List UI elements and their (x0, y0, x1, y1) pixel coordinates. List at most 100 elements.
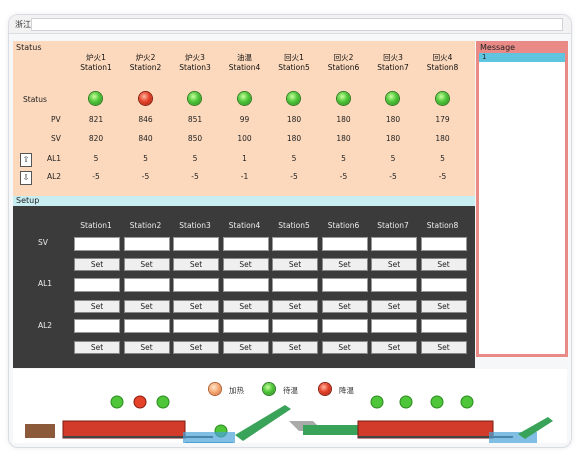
station-al2-value: -5 (92, 172, 100, 181)
lamp-2 (133, 395, 147, 409)
set-sv-button[interactable]: Set (321, 258, 368, 271)
set-al1-button[interactable]: Set (222, 300, 269, 313)
set-al1-button[interactable]: Set (321, 300, 368, 313)
lamp-7 (430, 395, 444, 409)
station-sv-value: 840 (138, 134, 153, 143)
station-name-label: Station1 (80, 63, 112, 72)
status-col-head-1: 炉火1 Station1 (73, 53, 119, 73)
station-cn-label: 炉火3 (185, 53, 205, 62)
set-al1-button[interactable]: Set (420, 300, 467, 313)
message-item-text: 1 (482, 53, 487, 61)
setup-col-head-4: Station4 (228, 221, 261, 230)
set-sv-button[interactable]: Set (371, 258, 417, 271)
set-sv-button[interactable]: Set (272, 258, 318, 271)
station-al1-value: 5 (93, 154, 99, 163)
set-al2-button[interactable]: Set (371, 341, 417, 354)
set-sv-button[interactable]: Set (173, 258, 219, 271)
set-al1-button[interactable]: Set (74, 300, 120, 313)
setup-sv-input[interactable] (123, 237, 170, 251)
setup-al2-input[interactable] (321, 319, 368, 333)
setup-al2-input[interactable] (123, 319, 170, 333)
station-sv-value: 100 (237, 134, 252, 143)
setup-al1-input[interactable] (222, 278, 269, 292)
station-cn-label: 回火1 (284, 53, 304, 62)
set-al2-button[interactable]: Set (74, 341, 120, 354)
scroll-up-button[interactable]: ⇧ (20, 153, 32, 167)
setup-sv-input[interactable] (420, 237, 467, 251)
setup-header: Setup (13, 196, 475, 206)
set-al2-button[interactable]: Set (321, 341, 368, 354)
lamp-3 (156, 395, 170, 409)
set-sv-button[interactable]: Set (74, 258, 120, 271)
setup-sv-input[interactable] (371, 237, 417, 251)
title-field[interactable] (31, 18, 563, 31)
setup-sv-input[interactable] (173, 237, 219, 251)
status-col-head-5: 回火1 Station5 (271, 53, 317, 73)
setup-al2-input[interactable] (173, 319, 219, 333)
pv-row-label: PV (51, 115, 61, 124)
transfer-conveyor (303, 425, 363, 435)
setup-al1-input[interactable] (371, 278, 417, 292)
setup-al2-input[interactable] (74, 319, 120, 333)
setup-sv-input[interactable] (321, 237, 368, 251)
status-col-head-3: 炉火3 Station3 (172, 53, 218, 73)
set-al2-button[interactable]: Set (420, 341, 467, 354)
title-bar: 浙江 (9, 15, 571, 34)
setup-al1-input[interactable] (74, 278, 120, 292)
al2-row-label: AL2 (47, 172, 62, 181)
set-sv-button[interactable]: Set (123, 258, 170, 271)
station-cn-label: 回火3 (383, 53, 403, 62)
set-al1-button[interactable]: Set (272, 300, 318, 313)
station-al2-value: -1 (240, 172, 249, 181)
message-list[interactable]: 1 (479, 53, 565, 354)
furnace-left (62, 420, 186, 439)
station-status-led (287, 92, 300, 105)
station-al2-value: -5 (290, 172, 298, 181)
setup-al1-input[interactable] (272, 278, 318, 292)
setup-al2-input[interactable] (371, 319, 417, 333)
station-name-label: Station5 (278, 63, 310, 72)
setup-sv-input[interactable] (272, 237, 318, 251)
window-title: 浙江 (15, 20, 31, 29)
set-al2-button[interactable]: Set (272, 341, 318, 354)
set-sv-button[interactable]: Set (420, 258, 467, 271)
set-al1-button[interactable]: Set (123, 300, 170, 313)
station-name-label: Station8 (426, 63, 459, 72)
setup-col-head-5: Station5 (278, 221, 310, 230)
set-al1-button[interactable]: Set (173, 300, 219, 313)
station-al2-value: -5 (191, 172, 199, 181)
quench-tank (183, 432, 235, 443)
setup-al1-input[interactable] (321, 278, 368, 292)
process-diagram: 加热 待温 降温 (13, 369, 567, 443)
setup-al2-label: AL2 (38, 321, 53, 330)
setup-sv-input[interactable] (222, 237, 269, 251)
setup-al1-input[interactable] (173, 278, 219, 292)
station-al2-value: -5 (389, 172, 397, 181)
station-name-label: Station7 (377, 63, 409, 72)
station-al2-value: -5 (339, 172, 348, 181)
station-cn-label: 油温 (237, 53, 252, 62)
station-status-led (138, 92, 152, 105)
lamp-5 (370, 395, 384, 409)
setup-al2-input[interactable] (222, 319, 269, 333)
message-list-item[interactable]: 1 (479, 53, 565, 62)
set-al1-button[interactable]: Set (371, 300, 417, 313)
process-line-graphic (25, 395, 553, 443)
station-name-label: Station6 (327, 63, 360, 72)
station-pv-value: 821 (88, 115, 104, 124)
setup-al1-input[interactable] (420, 278, 467, 292)
setup-al1-input[interactable] (123, 278, 170, 292)
setup-col-head-6: Station6 (327, 221, 360, 230)
station-name-label: Station4 (228, 63, 261, 72)
scroll-down-button[interactable]: ⇩ (20, 171, 32, 185)
set-al2-button[interactable]: Set (222, 341, 269, 354)
station-al1-value: 1 (242, 154, 247, 163)
setup-al2-input[interactable] (272, 319, 318, 333)
set-al2-button[interactable]: Set (123, 341, 170, 354)
set-sv-button[interactable]: Set (222, 258, 269, 271)
station-cn-label: 回火4 (432, 53, 453, 62)
message-panel: Message 1 (476, 41, 568, 357)
setup-sv-input[interactable] (74, 237, 120, 251)
setup-al2-input[interactable] (420, 319, 467, 333)
set-al2-button[interactable]: Set (173, 341, 219, 354)
